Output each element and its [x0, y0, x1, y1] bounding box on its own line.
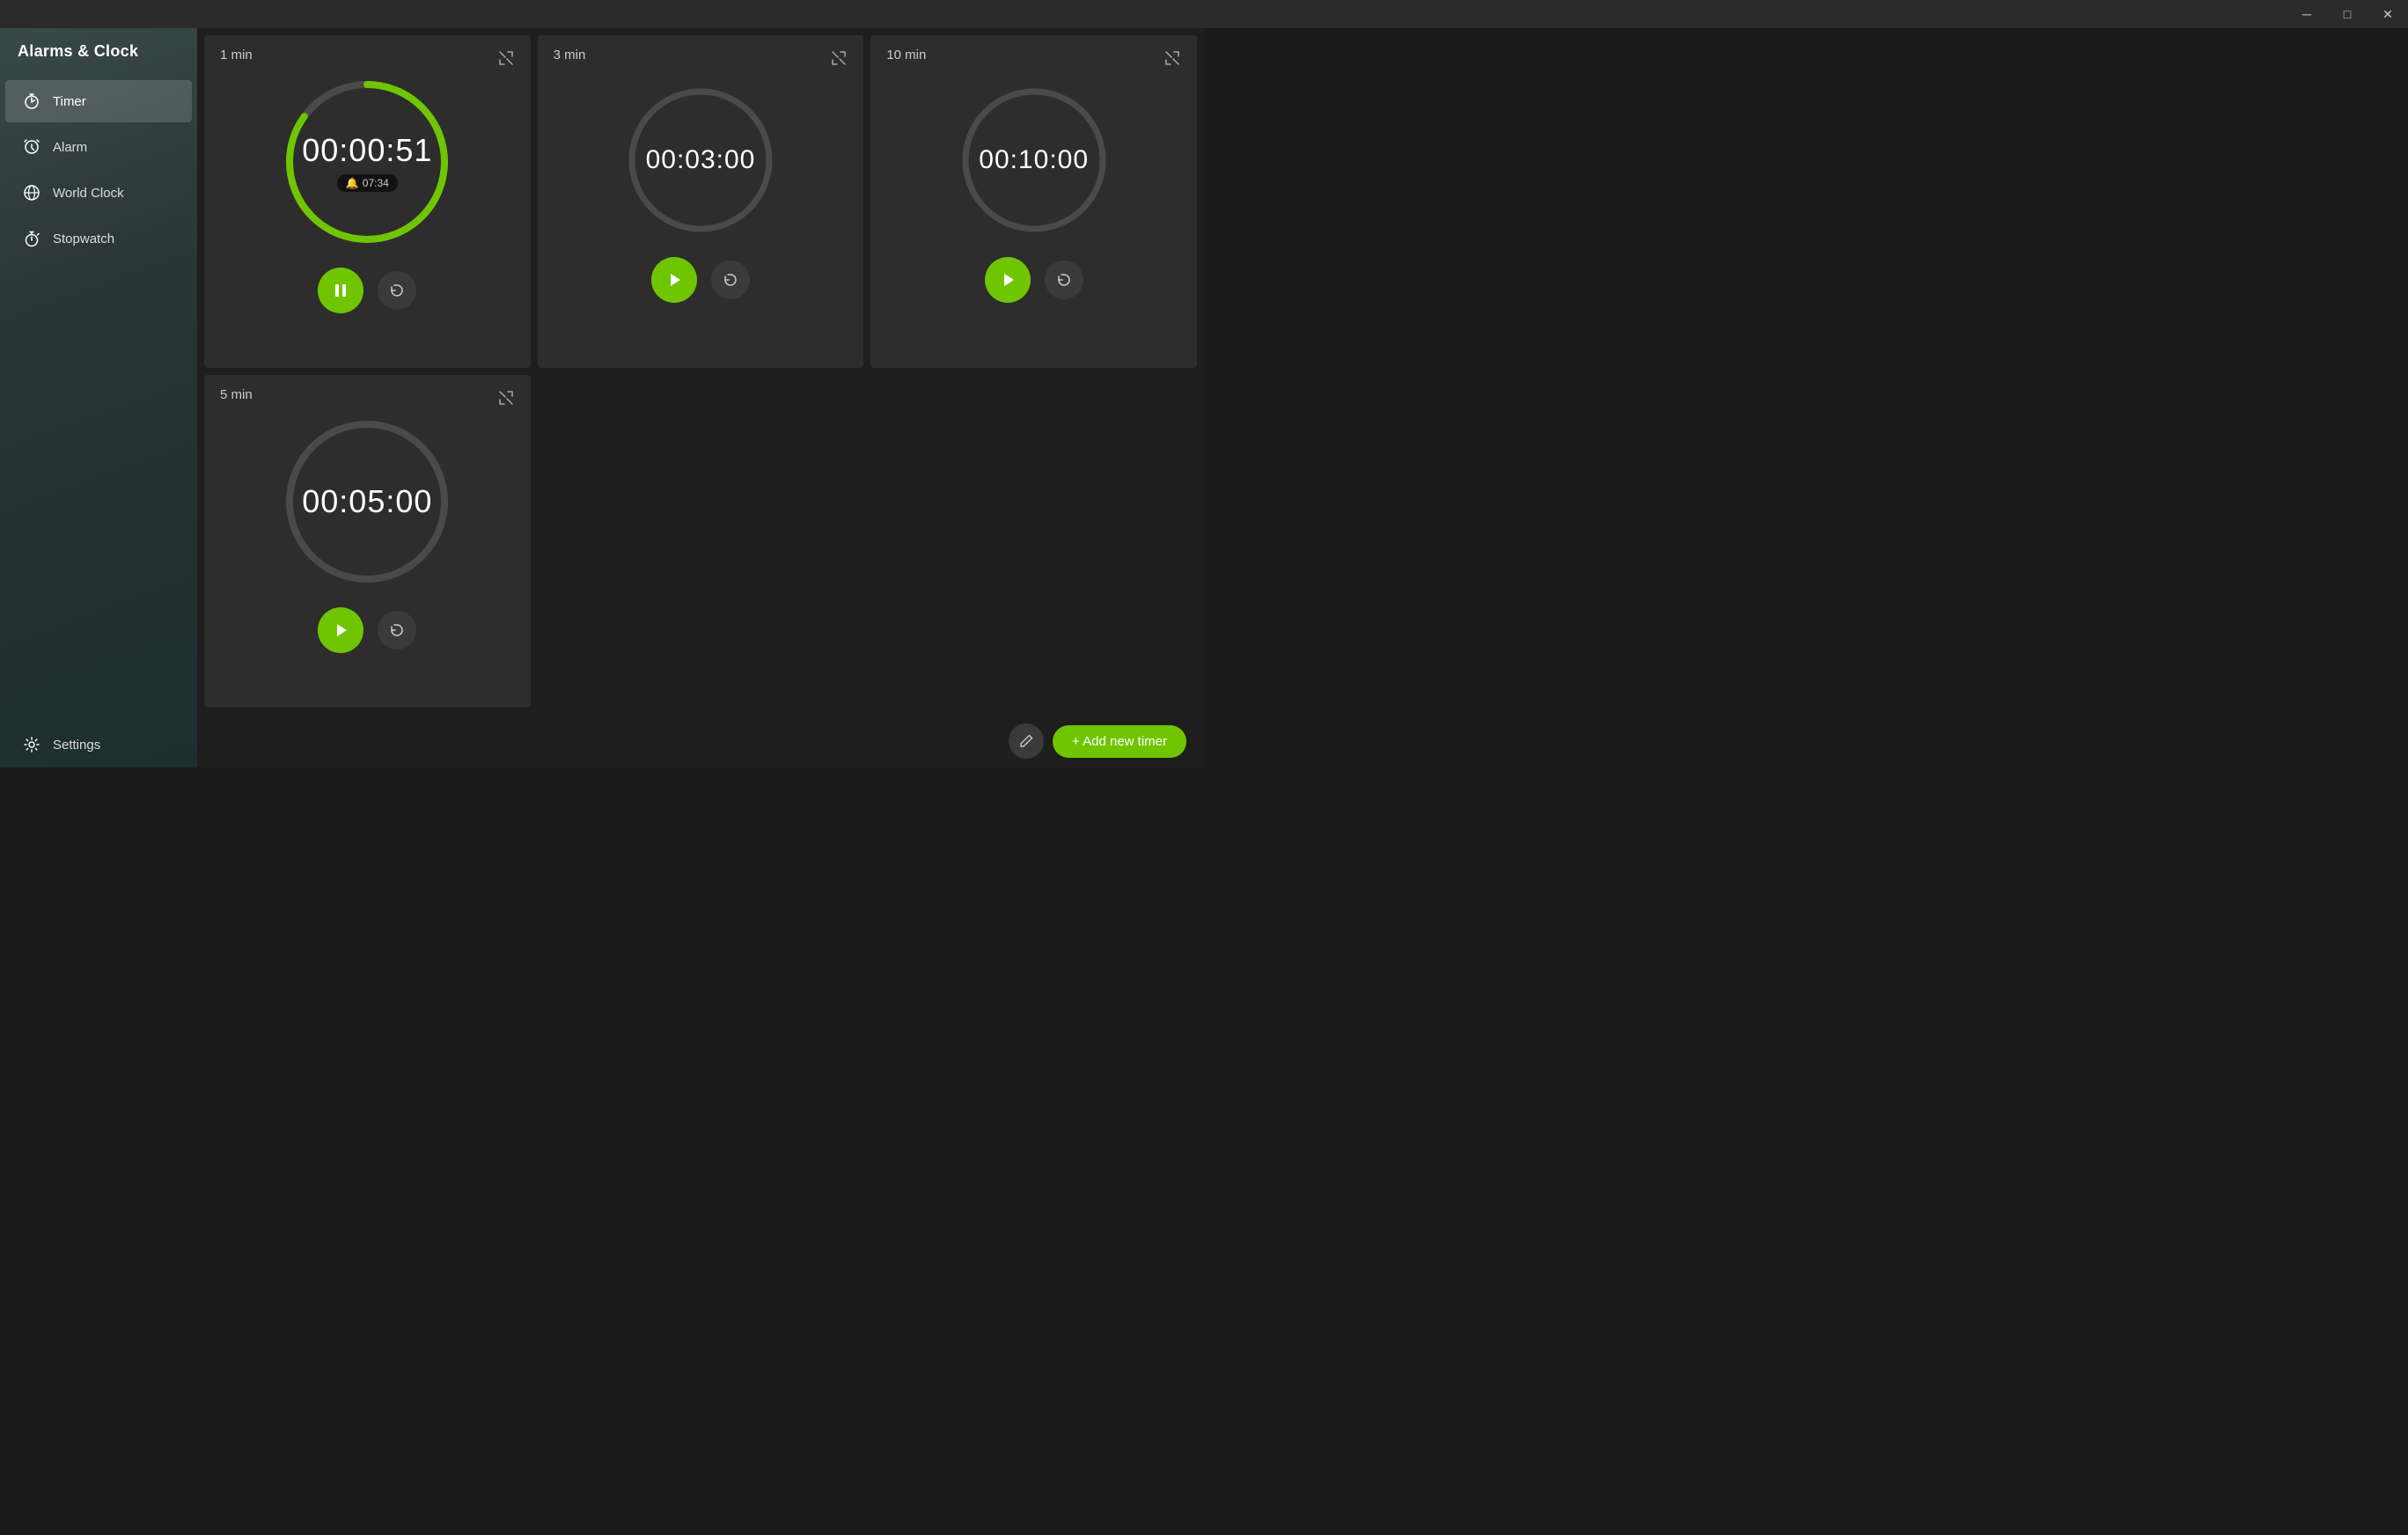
alarm-icon	[23, 138, 40, 156]
timer-3-play-button[interactable]	[985, 257, 1031, 303]
sidebar-item-timer-label: Timer	[53, 94, 86, 109]
timer-2-circle: 00:03:00	[621, 81, 780, 239]
timer-4-reset-button[interactable]	[378, 611, 416, 650]
timer-3-reset-button[interactable]	[1045, 261, 1083, 299]
timer-3-controls	[985, 257, 1083, 303]
sidebar-item-stopwatch[interactable]: Stopwatch	[5, 217, 192, 260]
timers-grid: 1 min 00:00:51 🔔 07:34	[197, 28, 1204, 715]
timer-2-play-button[interactable]	[651, 257, 697, 303]
settings-label: Settings	[53, 738, 100, 753]
stopwatch-icon	[23, 230, 40, 247]
timer-1-alarm: 🔔 07:34	[337, 174, 398, 192]
empty-slot-6	[870, 375, 1197, 708]
timer-4-controls	[318, 607, 416, 653]
timer-4-expand[interactable]	[494, 386, 518, 410]
app-title: Alarms & Clock	[0, 28, 197, 78]
timer-3-display: 00:10:00	[979, 145, 1089, 175]
add-timer-button[interactable]: + Add new timer	[1053, 725, 1186, 758]
maximize-button[interactable]: □	[2327, 0, 2368, 28]
timer-2-controls	[651, 257, 750, 303]
timer-4-time: 00:05:00	[302, 483, 432, 520]
timer-1-expand[interactable]	[494, 46, 518, 70]
timer-1-reset-button[interactable]	[378, 271, 416, 310]
timer-2-expand[interactable]	[826, 46, 851, 70]
timer-4-play-button[interactable]	[318, 607, 363, 653]
sidebar-item-worldclock-label: World Clock	[53, 186, 124, 201]
timer-1-controls	[318, 268, 416, 313]
sidebar-item-alarm[interactable]: Alarm	[5, 126, 192, 168]
sidebar-item-stopwatch-label: Stopwatch	[53, 231, 114, 246]
timer-2-reset-button[interactable]	[711, 261, 750, 299]
sidebar-item-timer[interactable]: Timer	[5, 80, 192, 122]
sidebar-nav: Timer Alarm World Clock	[0, 78, 197, 722]
timer-1-display: 00:00:51 🔔 07:34	[302, 132, 432, 192]
timer-3-expand[interactable]	[1160, 46, 1185, 70]
empty-slot-5	[538, 375, 864, 708]
minimize-button[interactable]: ─	[2287, 0, 2327, 28]
sidebar-item-worldclock[interactable]: World Clock	[5, 172, 192, 214]
timer-4-circle: 00:05:00	[279, 414, 455, 590]
timer-3-time: 00:10:00	[979, 145, 1089, 175]
timer-icon	[23, 92, 40, 110]
timer-card-1: 1 min 00:00:51 🔔 07:34	[204, 35, 531, 368]
timer-2-display: 00:03:00	[646, 145, 756, 175]
timer-3-circle: 00:10:00	[955, 81, 1113, 239]
timer-card-3: 10 min 00:10:00	[870, 35, 1197, 368]
alarm-bell-icon: 🔔	[346, 177, 359, 189]
sidebar-settings[interactable]: Settings	[5, 723, 192, 766]
timer-1-circle: 00:00:51 🔔 07:34	[279, 74, 455, 250]
timer-2-label: 3 min	[554, 48, 586, 62]
sidebar: Alarms & Clock Timer	[0, 0, 197, 768]
timer-1-pause-button[interactable]	[318, 268, 363, 313]
timer-1-time: 00:00:51	[302, 132, 432, 169]
edit-button[interactable]	[1009, 723, 1044, 759]
sidebar-item-alarm-label: Alarm	[53, 140, 87, 155]
worldclock-icon	[23, 184, 40, 202]
titlebar: ─ □ ✕	[0, 0, 2408, 28]
timer-1-label: 1 min	[220, 48, 253, 62]
bottom-bar: + Add new timer	[197, 715, 1204, 768]
timer-3-label: 10 min	[886, 48, 926, 62]
close-button[interactable]: ✕	[2368, 0, 2408, 28]
timer-card-4: 5 min 00:05:00	[204, 375, 531, 708]
timer-4-label: 5 min	[220, 387, 253, 402]
timer-card-2: 3 min 00:03:00	[538, 35, 864, 368]
timer-2-time: 00:03:00	[646, 145, 756, 175]
timer-4-display: 00:05:00	[302, 483, 432, 520]
settings-icon	[23, 736, 40, 753]
main-content: 1 min 00:00:51 🔔 07:34	[197, 0, 1204, 768]
